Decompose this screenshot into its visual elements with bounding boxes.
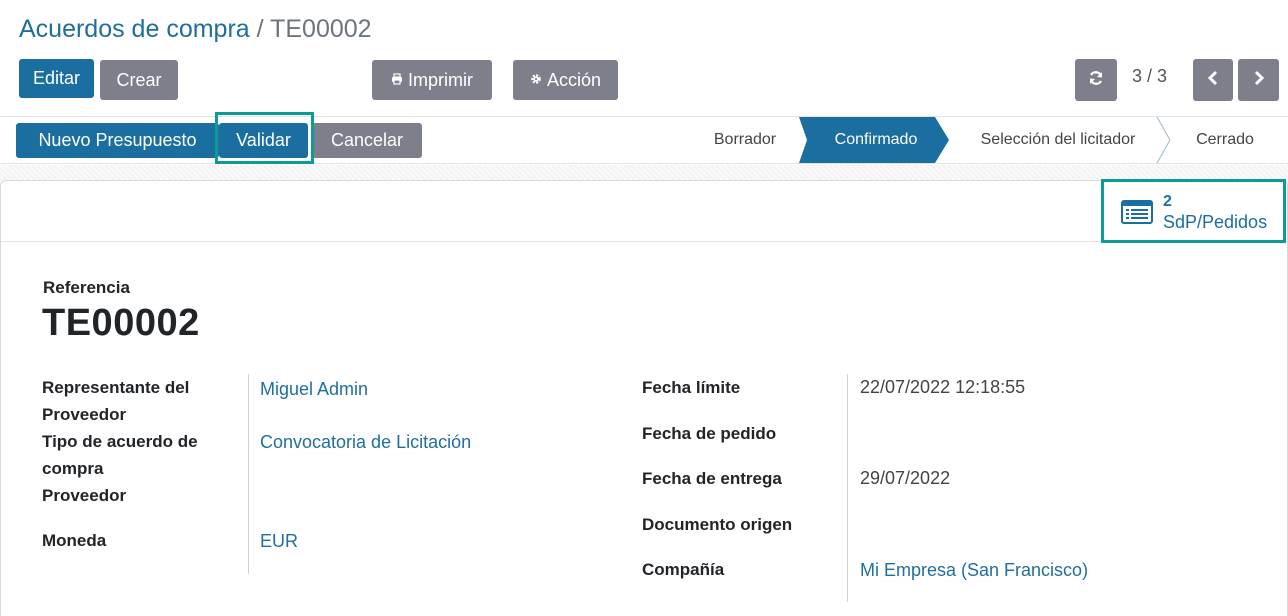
smart-button-label: SdP/Pedidos <box>1163 212 1268 232</box>
right-group-divider <box>847 374 848 602</box>
reference-value: TE00002 <box>42 302 200 344</box>
printer-icon <box>391 72 403 88</box>
cancel-button[interactable]: Cancelar <box>312 123 422 158</box>
field-label-source-document: Documento origen <box>642 515 793 534</box>
field-label-deadline: Fecha límite <box>642 378 741 397</box>
list-icon <box>1121 200 1153 224</box>
field-value-company[interactable]: Mi Empresa (San Francisco) <box>860 557 1088 584</box>
field-value-deadline: 22/07/2022 12:18:55 <box>860 377 1026 397</box>
action-button-label: Acción <box>546 69 602 90</box>
field-label-vendor-representative: Representante del Proveedor <box>42 378 190 424</box>
rfq-orders-smart-button[interactable]: 2 SdP/Pedidos <box>1105 183 1283 241</box>
smart-button-box: 2 SdP/Pedidos <box>1 181 1287 242</box>
field-label-company: Compañía <box>642 560 725 579</box>
stage-bidder-selection[interactable]: Selección del licitador <box>952 117 1164 163</box>
stage-separator-icon <box>1156 117 1171 163</box>
refresh-icon <box>1087 69 1105 92</box>
print-button-label: Imprimir <box>408 69 473 90</box>
action-button[interactable]: Acción <box>513 60 618 100</box>
chevron-right-icon <box>1252 70 1266 91</box>
status-bar: Nuevo Presupuesto Validar Cancelar Borra… <box>0 116 1288 164</box>
smart-button-count: 2 <box>1163 193 1172 210</box>
new-quotation-button[interactable]: Nuevo Presupuesto <box>16 123 219 158</box>
reference-label: Referencia <box>43 278 130 297</box>
field-value-delivery-date: 29/07/2022 <box>860 468 951 488</box>
field-value-currency[interactable]: EUR <box>260 528 298 555</box>
field-label-order-date: Fecha de pedido <box>642 424 777 443</box>
refresh-button[interactable] <box>1075 59 1117 101</box>
gear-icon <box>530 72 542 88</box>
stage-confirmed[interactable]: Confirmado <box>799 117 949 163</box>
create-button[interactable]: Crear <box>100 60 178 100</box>
validate-button[interactable]: Validar <box>219 123 308 158</box>
print-button[interactable]: Imprimir <box>372 60 492 100</box>
field-label-delivery-date: Fecha de entrega <box>642 469 782 488</box>
chevron-left-icon <box>1206 70 1220 91</box>
breadcrumb: Acuerdos de compra / TE00002 <box>19 14 372 44</box>
breadcrumb-separator: / <box>256 15 264 43</box>
pager-counter: 3 / 3 <box>1132 66 1168 86</box>
left-group-divider <box>248 374 249 574</box>
next-record-button[interactable] <box>1238 59 1279 101</box>
field-label-vendor: Proveedor <box>42 486 127 505</box>
stage-closed[interactable]: Cerrado <box>1172 117 1278 163</box>
field-value-agreement-type[interactable]: Convocatoria de Licitación <box>260 429 471 456</box>
stage-draft[interactable]: Borrador <box>690 117 800 163</box>
field-label-agreement-type: Tipo de acuerdo de compra <box>42 432 198 478</box>
breadcrumb-parent-link[interactable]: Acuerdos de compra <box>19 15 250 43</box>
breadcrumb-current: TE00002 <box>270 15 372 43</box>
previous-record-button[interactable] <box>1193 59 1233 101</box>
field-label-currency: Moneda <box>42 531 107 550</box>
field-value-vendor-representative[interactable]: Miguel Admin <box>260 376 368 403</box>
edit-button[interactable]: Editar <box>19 59 94 98</box>
